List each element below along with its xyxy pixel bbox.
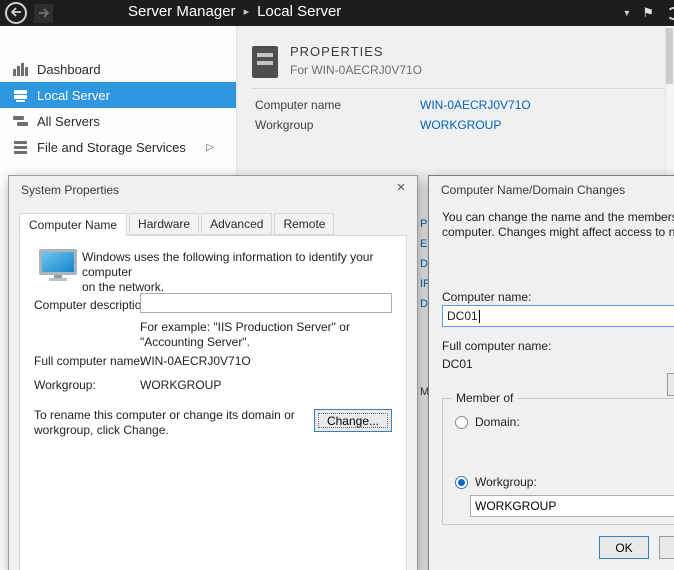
tab-computer-name[interactable]: Computer Name <box>19 213 127 237</box>
servers-icon <box>13 115 28 128</box>
back-button[interactable] <box>5 2 27 24</box>
workgroup-link[interactable]: WORKGROUP <box>420 118 501 132</box>
domain-radio-label: Domain: <box>475 415 520 429</box>
titlebar: Server Manager ▸ Local Server ▾ ⚑ <box>0 0 674 26</box>
workgroup-radio-row[interactable]: Workgroup: <box>455 475 537 489</box>
breadcrumb-app: Server Manager <box>128 3 236 20</box>
sidebar-item-label: File and Storage Services <box>37 140 186 155</box>
sidebar-item-label: Local Server <box>37 88 110 103</box>
divider <box>252 88 674 89</box>
rename-line: To rename this computer or change its do… <box>34 408 295 423</box>
property-row: Workgroup WORKGROUP <box>255 118 313 134</box>
sidebar-nav: Dashboard Local Server All Servers File … <box>0 56 236 160</box>
computer-name-domain-changes-dialog: Computer Name/Domain Changes You can cha… <box>428 175 674 570</box>
tab-strip: Computer Name Hardware Advanced Remote <box>19 213 336 236</box>
computer-name-link[interactable]: WIN-0AECRJ0V71O <box>420 98 531 112</box>
breadcrumb-separator-icon: ▸ <box>244 6 250 18</box>
dialog-title: System Properties <box>21 183 119 197</box>
dialog-title: Computer Name/Domain Changes <box>441 183 625 197</box>
computer-description-input[interactable] <box>140 293 392 313</box>
rename-instruction-text: To rename this computer or change its do… <box>34 408 295 438</box>
sidebar-item-local-server[interactable]: Local Server <box>0 82 236 108</box>
intro-line: You can change the name and the membersh… <box>442 210 674 225</box>
storage-icon <box>13 141 28 154</box>
tab-hardware[interactable]: Hardware <box>129 213 199 235</box>
computer-name-label: Computer name: <box>442 290 531 304</box>
cancel-button-partial[interactable] <box>659 536 674 559</box>
more-button-partial[interactable] <box>667 373 674 396</box>
property-label: Computer name <box>255 98 341 112</box>
text-cursor <box>479 310 480 323</box>
sidebar-item-label: All Servers <box>37 114 100 129</box>
workgroup-label: Workgroup: <box>34 378 96 392</box>
tab-advanced[interactable]: Advanced <box>201 213 272 235</box>
computer-name-input[interactable]: DC01 <box>442 305 674 327</box>
sidebar-item-dashboard[interactable]: Dashboard <box>0 56 236 82</box>
example-text: For example: "IIS Production Server" or … <box>140 320 350 350</box>
notifications-flag-icon[interactable]: ⚑ <box>642 5 654 21</box>
refresh-icon[interactable] <box>667 7 674 20</box>
clipped-value-fragment: D <box>420 258 428 270</box>
intro-text: Windows uses the following information t… <box>82 250 406 295</box>
full-computer-name-value: DC01 <box>442 357 473 371</box>
workgroup-value: WORKGROUP <box>140 378 221 392</box>
intro-text: You can change the name and the membersh… <box>442 210 674 240</box>
member-of-label: Member of <box>452 391 517 405</box>
property-row: Computer name WIN-0AECRJ0V71O <box>255 98 341 114</box>
ok-button[interactable]: OK <box>599 536 649 559</box>
sidebar-item-label: Dashboard <box>37 62 101 77</box>
server-icon <box>13 89 28 102</box>
properties-subheader: For WIN-0AECRJ0V71O <box>290 63 422 77</box>
breadcrumb: Server Manager ▸ Local Server <box>128 3 341 20</box>
forward-button[interactable] <box>34 4 53 23</box>
sidebar-item-file-storage-services[interactable]: File and Storage Services ▷ <box>0 134 236 160</box>
property-label: Workgroup <box>255 118 313 132</box>
member-of-groupbox: Member of Domain: Workgroup: <box>442 398 674 525</box>
domain-radio[interactable] <box>455 416 468 429</box>
workgroup-radio-label: Workgroup: <box>475 475 537 489</box>
domain-radio-row[interactable]: Domain: <box>455 415 520 429</box>
back-arrow-icon <box>11 6 22 20</box>
system-properties-dialog: System Properties × Computer Name Hardwa… <box>8 175 418 570</box>
workgroup-input[interactable] <box>470 495 674 517</box>
workgroup-radio[interactable] <box>455 476 468 489</box>
monitor-icon <box>38 248 78 285</box>
clipped-value-fragment: D <box>420 298 428 310</box>
full-computer-name-label: Full computer name: <box>34 354 143 368</box>
properties-header: PROPERTIES <box>290 44 384 59</box>
server-manager-window: Server Manager ▸ Local Server ▾ ⚑ Dashboar… <box>0 0 674 570</box>
properties-tile-icon <box>252 46 278 78</box>
computer-name-input-value: DC01 <box>447 309 478 323</box>
computer-name-tab-page: Windows uses the following information t… <box>19 235 407 570</box>
chevron-down-icon[interactable]: ▾ <box>624 8 629 19</box>
intro-line: Windows uses the following information t… <box>82 250 406 280</box>
rename-line: workgroup, click Change. <box>34 423 295 438</box>
computer-description-label: Computer description: <box>34 298 151 312</box>
change-button[interactable]: Change... <box>314 409 392 432</box>
full-computer-name-value: WIN-0AECRJ0V71O <box>140 354 251 368</box>
dashboard-icon <box>13 63 28 76</box>
scrollbar-thumb[interactable] <box>666 28 673 84</box>
example-line: For example: "IIS Production Server" or <box>140 320 350 335</box>
close-icon[interactable]: × <box>391 179 411 197</box>
tab-remote[interactable]: Remote <box>274 213 334 235</box>
expand-chevron-icon[interactable]: ▷ <box>206 142 214 153</box>
titlebar-actions: ▾ ⚑ <box>624 0 674 26</box>
full-computer-name-label: Full computer name: <box>442 339 551 353</box>
sidebar-item-all-servers[interactable]: All Servers <box>0 108 236 134</box>
example-line: "Accounting Server". <box>140 335 350 350</box>
forward-arrow-icon <box>38 7 49 21</box>
breadcrumb-page: Local Server <box>257 3 341 20</box>
intro-line: computer. Changes might affect access to… <box>442 225 674 240</box>
